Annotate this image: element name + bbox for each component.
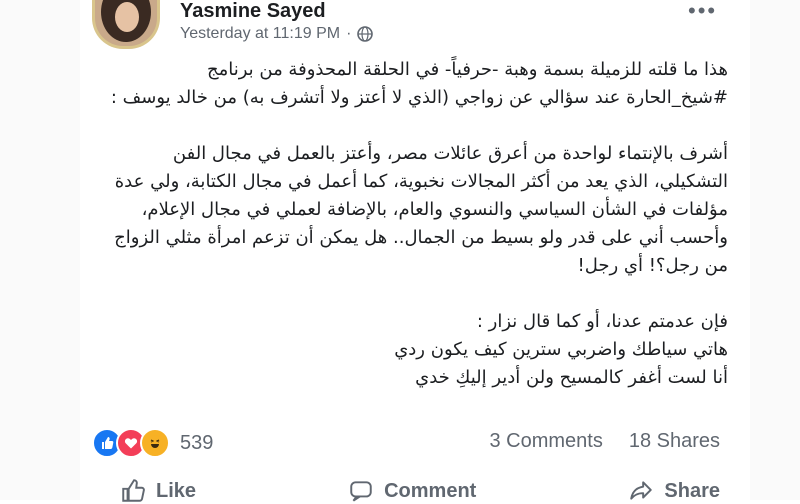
share-button[interactable]: Share xyxy=(628,478,720,504)
right-frame xyxy=(750,0,800,500)
avatar-face xyxy=(115,2,139,32)
post-card: Yasmine Sayed Yesterday at 11:19 PM · ••… xyxy=(80,0,750,502)
avatar[interactable] xyxy=(92,0,160,49)
meta-separator: · xyxy=(346,25,352,42)
post-paragraph-1: هذا ما قلته للزميلة بسمة وهبة -حرفياً- ف… xyxy=(110,59,728,108)
shares-count[interactable]: 18 Shares xyxy=(629,430,720,453)
globe-icon[interactable] xyxy=(357,26,374,42)
post-paragraph-2: أشرف بالإنتماء لواحدة من أعرق عائلات مصر… xyxy=(114,143,728,276)
post-body: هذا ما قلته للزميلة بسمة وهبة -حرفياً- ف… xyxy=(100,56,728,420)
share-icon xyxy=(630,481,653,500)
comments-count[interactable]: 3 Comments xyxy=(489,430,602,453)
left-frame xyxy=(0,0,80,500)
like-label: Like xyxy=(156,479,197,502)
haha-icon xyxy=(140,428,170,458)
action-bar: Like Comment Share xyxy=(120,478,720,504)
reactions-summary[interactable]: 539 xyxy=(92,428,213,458)
post-meta: Yesterday at 11:19 PM · xyxy=(180,25,374,43)
comment-button[interactable]: Comment xyxy=(348,478,476,504)
engagement-stats: 3 Comments 18 Shares xyxy=(489,430,720,453)
more-options-icon[interactable]: ••• xyxy=(688,0,717,22)
share-label: Share xyxy=(664,479,720,502)
comment-icon xyxy=(350,481,372,502)
post-paragraph-3: فإن عدمتم عدنا، أو كما قال نزار : هاتي س… xyxy=(394,311,728,388)
post-timestamp[interactable]: Yesterday at 11:19 PM xyxy=(180,25,340,43)
reaction-count: 539 xyxy=(180,431,214,454)
like-button[interactable]: Like xyxy=(120,478,196,504)
author-name[interactable]: Yasmine Sayed xyxy=(180,0,326,22)
comment-label: Comment xyxy=(384,479,477,502)
thumbs-up-icon xyxy=(122,479,145,502)
